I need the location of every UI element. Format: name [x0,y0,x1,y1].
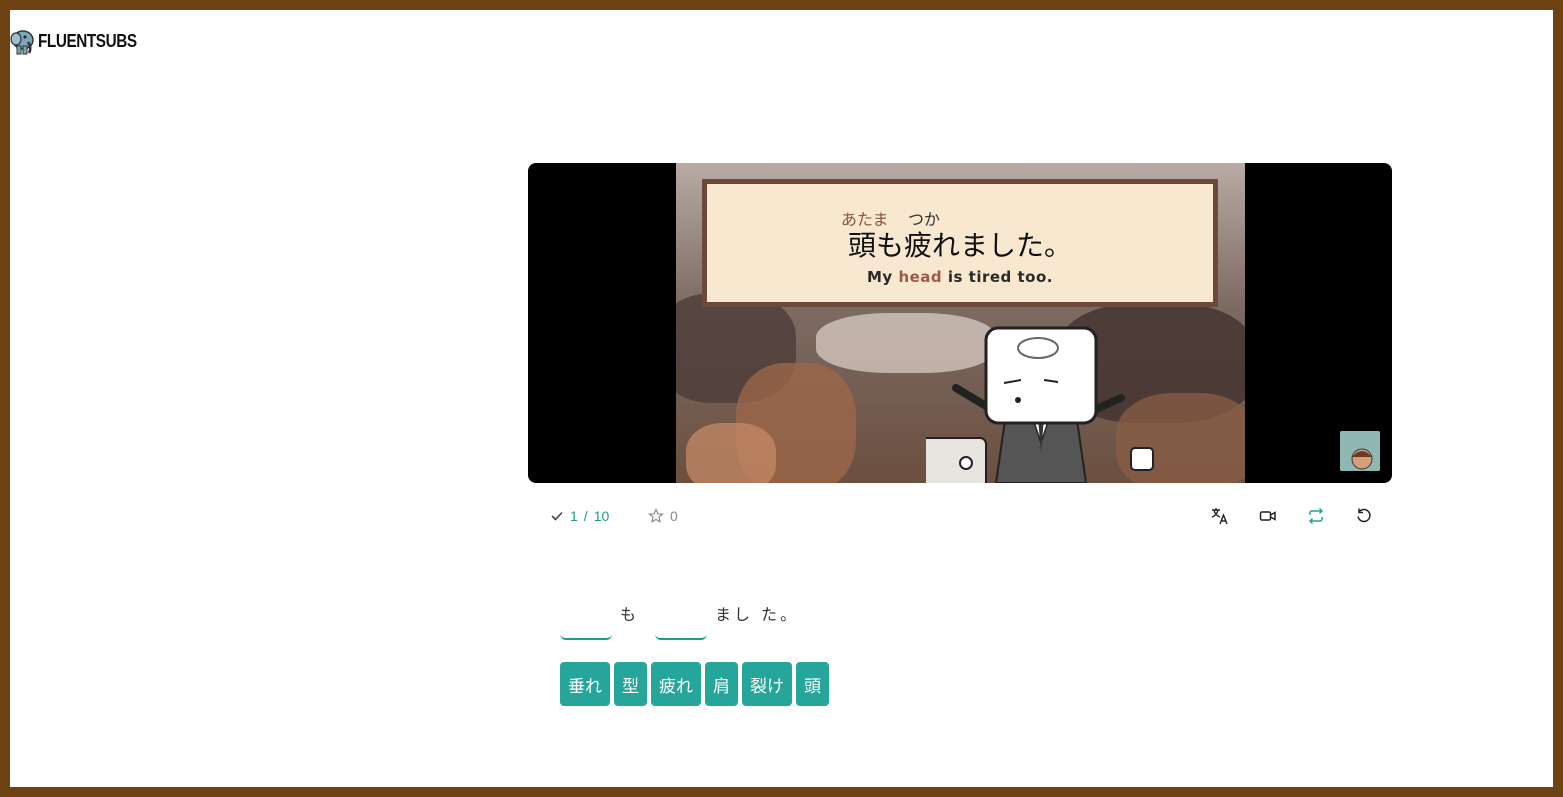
subtitle-english: My head is tired too. [707,268,1213,286]
brand-name: FLUENTSUBS [38,30,137,51]
sentence-fixed-text-1: も [620,605,640,624]
progress-separator: / [583,508,588,524]
word-option[interactable]: 頭 [796,662,829,706]
channel-avatar-icon [1340,431,1380,471]
subtitle-en-after: is tired too. [942,268,1053,286]
subtitle-board: あたま つか 頭も疲れました。 My head is tired too. [702,179,1218,307]
word-option[interactable]: 型 [614,662,647,706]
total-count: 10 [593,508,610,524]
star-icon [648,508,664,524]
translate-button[interactable] [1208,504,1232,528]
channel-badge [1340,431,1380,471]
star-counter: 0 [648,508,678,524]
brand-logo[interactable]: FLUENTSUBS [10,26,154,56]
word-option[interactable]: 肩 [705,662,738,706]
cartoon-character-illustration [926,326,1154,483]
repeat-button[interactable] [1304,504,1328,528]
elephant-logo-icon [10,30,34,55]
video-player[interactable]: あたま つか 頭も疲れました。 My head is tired too. [528,163,1392,483]
fill-in-sentence: も まし た。 [560,600,815,642]
star-count: 0 [670,508,678,524]
video-frame: あたま つか 頭も疲れました。 My head is tired too. [676,163,1245,483]
subtitle-en-highlight: head [898,268,943,286]
repeat-icon [1308,507,1324,525]
check-icon [551,511,563,521]
completed-count: 1 [570,508,578,524]
player-controls-bar: 1 / 10 0 [528,500,1392,534]
answer-blank-1[interactable] [560,600,612,640]
subtitle-japanese: 頭も疲れました。 [847,229,1072,262]
video-camera-icon [1259,511,1276,521]
translate-icon [1211,508,1228,525]
word-option[interactable]: 垂れ [560,662,610,706]
word-option[interactable]: 疲れ [651,662,701,706]
sentence-fixed-text-2: まし た。 [715,605,800,624]
answer-blank-2[interactable] [655,600,708,640]
word-option[interactable]: 裂け [742,662,792,706]
restart-button[interactable] [1352,504,1376,528]
progress-counter: 1 / 10 [550,508,609,524]
restart-icon [1357,508,1371,523]
subtitle-en-before: My [867,268,899,286]
word-bank: 垂れ 型 疲れ 肩 裂け 頭 [560,662,829,706]
app-frame: FLUENTSUBS あたま つか 頭も疲れました。 My head is ti… [10,10,1553,787]
video-toggle-button[interactable] [1256,504,1280,528]
